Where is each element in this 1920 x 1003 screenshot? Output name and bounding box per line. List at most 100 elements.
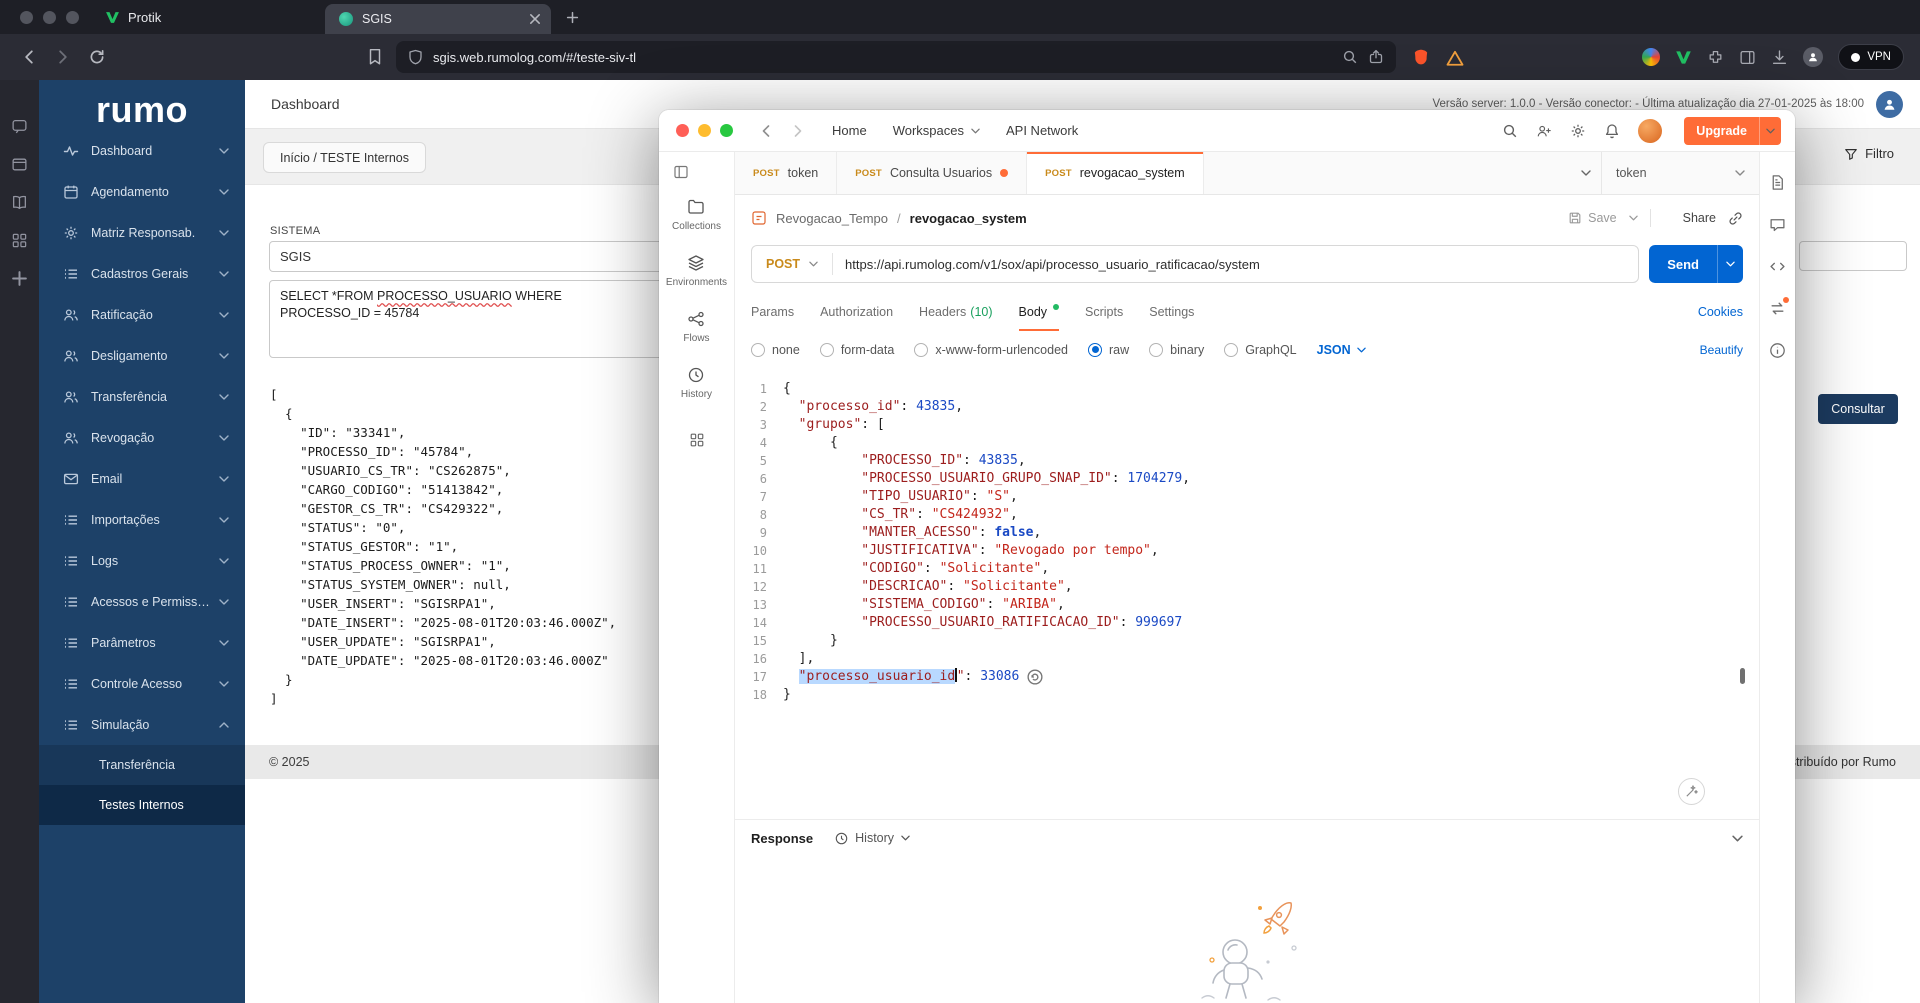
brave-rewards-icon[interactable] [1446,49,1464,67]
body-mode-form-data[interactable]: form-data [819,342,894,357]
sidebar-item-controle-acesso[interactable]: Controle Acesso [39,663,245,704]
sidebar-subitem-transferencia[interactable]: Transferência [39,745,245,785]
sidebar-item-matriz-responsab[interactable]: Matriz Responsab. [39,212,245,253]
address-bar[interactable]: sgis.web.rumolog.com/#/teste-siv-tl [396,41,1396,73]
body-mode-graphql[interactable]: GraphQL [1224,342,1297,357]
body-mode-none[interactable]: none [751,342,800,357]
body-mode-binary[interactable]: binary [1149,342,1204,357]
reading-list-icon[interactable] [11,194,28,211]
notifications-bell-icon[interactable] [1604,123,1620,139]
back-icon[interactable] [758,123,774,139]
share-icon[interactable] [1368,49,1384,65]
reload-icon[interactable] [88,48,106,66]
request-tab-settings[interactable]: Settings [1149,293,1194,331]
postbot-ai-button[interactable] [1678,778,1705,805]
bookmark-icon[interactable] [366,48,384,66]
settings-gear-icon[interactable] [1570,123,1586,139]
sidebar-subitem-testes-internos[interactable]: Testes Internos [39,785,245,825]
sidebar-panel-icon[interactable] [1739,49,1756,66]
profile-avatar[interactable] [1803,47,1824,67]
cookies-link[interactable]: Cookies [1698,293,1743,331]
body-mode-raw[interactable]: raw [1088,342,1129,357]
response-history-selector[interactable]: History [835,831,910,845]
info-icon[interactable] [1769,342,1786,359]
body-mode-x-www-form-urlencoded[interactable]: x-www-form-urlencoded [914,342,1068,357]
window-minimize-button[interactable] [43,10,56,24]
side-input[interactable] [1799,241,1907,271]
revert-line-icon[interactable] [1027,669,1043,685]
open-tab-token[interactable]: POST token [735,152,838,194]
sidebar-item-ratificacao[interactable]: Ratificação [39,294,245,335]
url-text[interactable]: sgis.web.rumolog.com/#/teste-siv-tl [433,50,1332,65]
more-tools-grid-icon[interactable] [689,432,705,448]
forward-icon[interactable] [54,48,72,66]
code-snippet-icon[interactable] [1769,258,1786,275]
apps-grid-icon[interactable] [11,232,28,249]
editor-scrollbar[interactable] [1740,668,1745,684]
request-tab-headers[interactable]: Headers (10) [919,293,992,331]
user-avatar[interactable] [1638,118,1663,143]
environment-selector[interactable]: token [1601,152,1759,194]
save-button[interactable]: Save [1568,211,1617,225]
forward-icon[interactable] [790,123,806,139]
sidebar-item-cadastros-gerais[interactable]: Cadastros Gerais [39,253,245,294]
add-panel-icon[interactable] [11,270,28,287]
new-request-tab-button[interactable] [1204,152,1240,194]
request-tab-params[interactable]: Params [751,293,794,331]
beautify-link[interactable]: Beautify [1700,343,1743,357]
brave-shields-icon[interactable] [1412,48,1430,66]
nav-workspaces[interactable]: Workspaces [893,123,980,138]
invite-user-icon[interactable] [1536,123,1552,139]
search-icon[interactable] [1342,49,1358,65]
window-close-button[interactable] [676,124,689,137]
nav-api-network[interactable]: API Network [1006,123,1078,138]
share-button[interactable]: Share [1663,211,1716,225]
sidebar-item-revogacao[interactable]: Revogação [39,417,245,458]
save-options-chevron-icon[interactable] [1628,215,1638,221]
new-tab-icon[interactable] [566,11,579,24]
extension-colorful-icon[interactable] [1642,48,1661,66]
window-zoom-button[interactable] [720,124,733,137]
sidebar-item-email[interactable]: Email [39,458,245,499]
method-selector[interactable]: POST [752,257,832,271]
sidebar-item-transferencia[interactable]: Transferência [39,376,245,417]
breadcrumb-collection[interactable]: Revogacao_Tempo [776,211,888,226]
wallet-panel-icon[interactable] [11,156,28,173]
sidebar-item-simulacao[interactable]: Simulação [39,704,245,745]
sidebar-item-importacoes[interactable]: Importações [39,499,245,540]
sidebar-item-acessos-e-permissoes[interactable]: Acessos e Permissões [39,581,245,622]
comments-icon[interactable] [1769,216,1786,233]
upgrade-button[interactable]: Upgrade [1684,116,1781,145]
query-textarea[interactable]: SELECT *FROM PROCESSO_USUARIO WHERE PROC… [269,280,666,358]
sidebar-item-agendamento[interactable]: Agendamento [39,171,245,212]
request-tab-scripts[interactable]: Scripts [1085,293,1123,331]
request-url-input[interactable]: https://api.rumolog.com/v1/sox/api/proce… [833,257,1272,272]
request-tab-body[interactable]: Body [1019,293,1060,331]
sidebar-item-dashboard[interactable]: Dashboard [39,130,245,171]
extensions-puzzle-icon[interactable] [1707,49,1724,66]
tab-overflow-chevron-icon[interactable] [1571,152,1601,194]
request-tab-authorization[interactable]: Authorization [820,293,893,331]
back-icon[interactable] [20,48,38,66]
left-rail-history[interactable]: History [666,366,727,400]
sistema-input[interactable] [269,241,666,272]
collapse-response-chevron-icon[interactable] [1732,835,1743,842]
downloads-icon[interactable] [1771,49,1788,66]
window-minimize-button[interactable] [698,124,711,137]
sidebar-item-logs[interactable]: Logs [39,540,245,581]
copy-link-icon[interactable] [1728,211,1743,226]
left-rail-collections[interactable]: Collections [666,198,727,232]
left-rail-flows[interactable]: Flows [666,310,727,344]
filter-button[interactable]: Filtro [1844,146,1894,161]
sidebar-item-parametros[interactable]: Parâmetros [39,622,245,663]
site-shield-icon[interactable] [408,49,423,65]
body-language-selector[interactable]: JSON [1317,343,1366,357]
chat-panel-icon[interactable] [11,118,28,135]
window-zoom-button[interactable] [66,10,79,24]
documentation-icon[interactable] [1769,174,1786,191]
protik-extension-icon[interactable] [1675,49,1692,66]
tab-close-icon[interactable] [529,13,541,25]
search-icon[interactable] [1502,123,1518,139]
browser-tab-sgis[interactable]: SGIS [325,4,551,34]
request-body-editor[interactable]: 1{2 "processo_id": 43835, 3 "grupos": [4 … [735,368,1759,819]
